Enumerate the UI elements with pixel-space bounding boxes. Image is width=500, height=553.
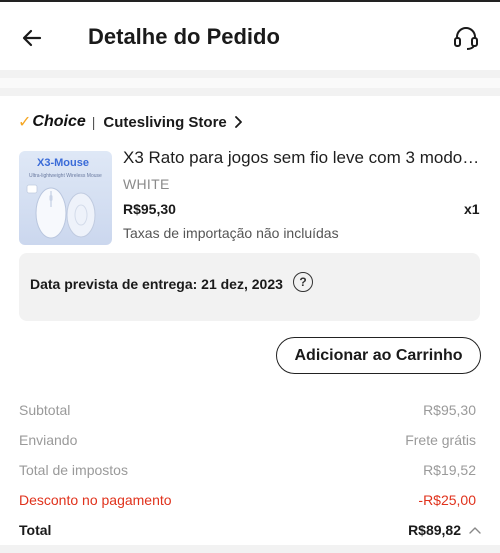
order-card: ✓ Choice | Cutesliving Store X3-Mouse Ul… xyxy=(0,96,500,545)
tax-label: Total de impostos xyxy=(19,462,128,478)
subtotal-value: R$95,30 xyxy=(423,402,476,418)
total-value: R$89,82 xyxy=(408,522,461,538)
import-tax-note: Taxas de importação não incluídas xyxy=(123,225,339,241)
store-name[interactable]: Cutesliving Store xyxy=(103,114,226,131)
discount-value: -R$25,00 xyxy=(418,492,476,508)
headset-icon xyxy=(454,27,478,50)
product-image[interactable]: X3-Mouse Ultra-lightweight Wireless Mous… xyxy=(19,151,112,245)
subtotal-label: Subtotal xyxy=(19,402,71,418)
total-label: Total xyxy=(19,522,52,538)
page-title: Detalhe do Pedido xyxy=(88,24,280,49)
badge-separator: | xyxy=(91,114,96,130)
app-header: Detalhe do Pedido xyxy=(0,0,500,70)
delivery-estimate-box: Data prevista de entrega: 21 dez, 2023 ? xyxy=(19,253,480,321)
summary-tax-row: Total de impostos R$19,52 xyxy=(19,460,476,480)
tax-value: R$19,52 xyxy=(423,462,476,478)
back-button[interactable] xyxy=(16,22,48,54)
product-quantity: x1 xyxy=(464,201,480,217)
product-price: R$95,30 xyxy=(123,201,176,217)
summary-discount-row: Desconto no pagamento -R$25,00 xyxy=(19,490,476,510)
mouse-illustration xyxy=(26,184,96,239)
add-to-cart-button[interactable]: Adicionar ao Carrinho xyxy=(276,337,481,374)
product-variant: WHITE xyxy=(123,176,170,192)
help-icon[interactable]: ? xyxy=(293,272,313,292)
summary-shipping-row: Enviando Frete grátis xyxy=(19,430,476,450)
product-title[interactable]: X3 Rato para jogos sem fio leve com 3 mo… xyxy=(123,148,483,168)
shipping-value: Frete grátis xyxy=(405,432,476,448)
summary-subtotal-row: Subtotal R$95,30 xyxy=(19,400,476,420)
choice-badge: ✓ Choice xyxy=(18,112,86,132)
divider xyxy=(0,78,500,88)
arrow-left-icon xyxy=(22,29,42,47)
store-row[interactable]: ✓ Choice | Cutesliving Store xyxy=(18,110,243,134)
summary-total-row[interactable]: Total R$89,82 xyxy=(19,520,481,540)
delivery-estimate-text: Data prevista de entrega: 21 dez, 2023 xyxy=(30,276,283,292)
checkmark-icon: ✓ xyxy=(18,114,32,131)
total-value-group[interactable]: R$89,82 xyxy=(408,522,481,538)
chevron-up-icon[interactable] xyxy=(469,526,481,534)
shipping-label: Enviando xyxy=(19,432,78,448)
choice-badge-label: Choice xyxy=(32,113,86,130)
chevron-right-icon xyxy=(233,115,243,129)
bottom-divider xyxy=(0,545,500,553)
support-button[interactable] xyxy=(448,20,484,56)
discount-label: Desconto no pagamento xyxy=(19,492,172,508)
